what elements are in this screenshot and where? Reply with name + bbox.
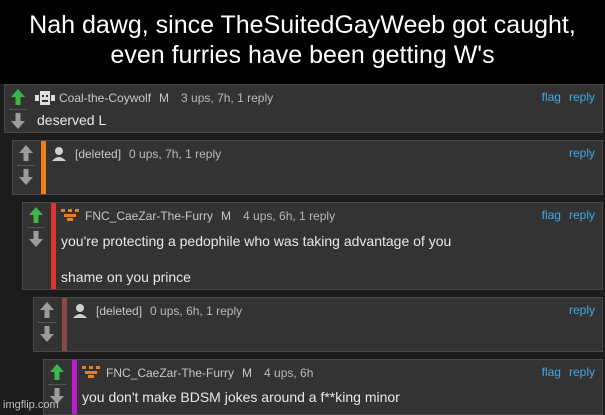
vote-box bbox=[13, 141, 39, 194]
user-badge: M bbox=[221, 209, 232, 223]
reply-link[interactable]: reply bbox=[569, 303, 595, 317]
fox-pixel-avatar-icon[interactable] bbox=[82, 366, 100, 380]
flag-link[interactable]: flag bbox=[542, 208, 561, 222]
comment-actions: reply bbox=[561, 303, 595, 317]
reply-link[interactable]: reply bbox=[569, 90, 595, 104]
flag-link[interactable]: flag bbox=[542, 90, 561, 104]
vote-box bbox=[23, 203, 49, 289]
comment-3: FNC_CaeZar-The-Furry M 4 ups, 6h, 1 repl… bbox=[22, 202, 603, 290]
comment-meta: 0 ups, 7h, 1 reply bbox=[129, 147, 222, 161]
comment-meta: 0 ups, 6h, 1 reply bbox=[150, 304, 243, 318]
comment-actions: flag reply bbox=[534, 365, 595, 379]
thread-depth-bar bbox=[72, 360, 77, 414]
comment-text-line-1: you don't make BDSM jokes around a f**ki… bbox=[82, 389, 400, 405]
comment-actions: flag reply bbox=[534, 90, 595, 104]
meme-caption: Nah dawg, since TheSuitedGayWeeb got cau… bbox=[0, 0, 605, 84]
comment-2: [deleted] 0 ups, 7h, 1 reply reply bbox=[12, 140, 603, 195]
comment-header: [deleted] 0 ups, 6h, 1 reply bbox=[72, 304, 242, 318]
downvote-icon[interactable] bbox=[9, 111, 27, 131]
comment-text-line-1: deserved L bbox=[37, 112, 107, 128]
comment-meta: 4 ups, 6h, 1 reply bbox=[243, 209, 336, 223]
comment-header: FNC_CaeZar-The-Furry M 4 ups, 6h bbox=[82, 366, 313, 380]
comment-header: [deleted] 0 ups, 7h, 1 reply bbox=[51, 147, 221, 161]
comment-5: FNC_CaeZar-The-Furry M 4 ups, 6h flag rep… bbox=[43, 359, 603, 415]
thread-depth-bar bbox=[62, 298, 67, 351]
upvote-icon[interactable] bbox=[38, 300, 56, 320]
imgflip-watermark: imgflip.com bbox=[3, 399, 59, 411]
comment-text-line-2: shame on you prince bbox=[61, 269, 191, 285]
thread-depth-bar bbox=[41, 141, 46, 194]
upvote-icon[interactable] bbox=[27, 205, 45, 225]
comment-actions: reply bbox=[561, 146, 595, 160]
fox-pixel-avatar-icon[interactable] bbox=[61, 209, 79, 223]
downvote-icon[interactable] bbox=[27, 229, 45, 249]
downvote-icon[interactable] bbox=[38, 324, 56, 344]
flag-link[interactable]: flag bbox=[542, 365, 561, 379]
comment-header: Coal-the-Coywolf M 3 ups, 7h, 1 reply bbox=[35, 91, 273, 105]
comment-username[interactable]: Coal-the-Coywolf bbox=[59, 91, 151, 105]
robot-avatar-icon[interactable] bbox=[35, 91, 55, 105]
user-badge: M bbox=[242, 366, 253, 380]
user-badge: M bbox=[159, 91, 170, 105]
upvote-icon[interactable] bbox=[48, 362, 66, 382]
default-user-icon bbox=[51, 147, 69, 161]
comment-4: [deleted] 0 ups, 6h, 1 reply reply bbox=[33, 297, 603, 352]
vote-box bbox=[34, 298, 60, 351]
comment-text-line-1: you're protecting a pedophile who was ta… bbox=[61, 233, 452, 249]
comment-1: Coal-the-Coywolf M 3 ups, 7h, 1 reply fl… bbox=[4, 84, 603, 133]
comment-header: FNC_CaeZar-The-Furry M 4 ups, 6h, 1 repl… bbox=[61, 209, 335, 223]
comment-meta: 3 ups, 7h, 1 reply bbox=[181, 91, 274, 105]
default-user-icon bbox=[72, 304, 90, 318]
comment-meta: 4 ups, 6h bbox=[264, 366, 314, 380]
reply-link[interactable]: reply bbox=[569, 146, 595, 160]
upvote-icon[interactable] bbox=[9, 87, 27, 107]
comment-actions: flag reply bbox=[534, 208, 595, 222]
thread-depth-bar bbox=[51, 203, 56, 289]
reply-link[interactable]: reply bbox=[569, 208, 595, 222]
vote-box bbox=[5, 85, 31, 132]
reply-link[interactable]: reply bbox=[569, 365, 595, 379]
comment-username: [deleted] bbox=[96, 304, 143, 318]
comment-username: [deleted] bbox=[75, 147, 122, 161]
comment-username[interactable]: FNC_CaeZar-The-Furry bbox=[106, 366, 234, 380]
downvote-icon[interactable] bbox=[17, 167, 35, 187]
comment-username[interactable]: FNC_CaeZar-The-Furry bbox=[85, 209, 213, 223]
upvote-icon[interactable] bbox=[17, 143, 35, 163]
